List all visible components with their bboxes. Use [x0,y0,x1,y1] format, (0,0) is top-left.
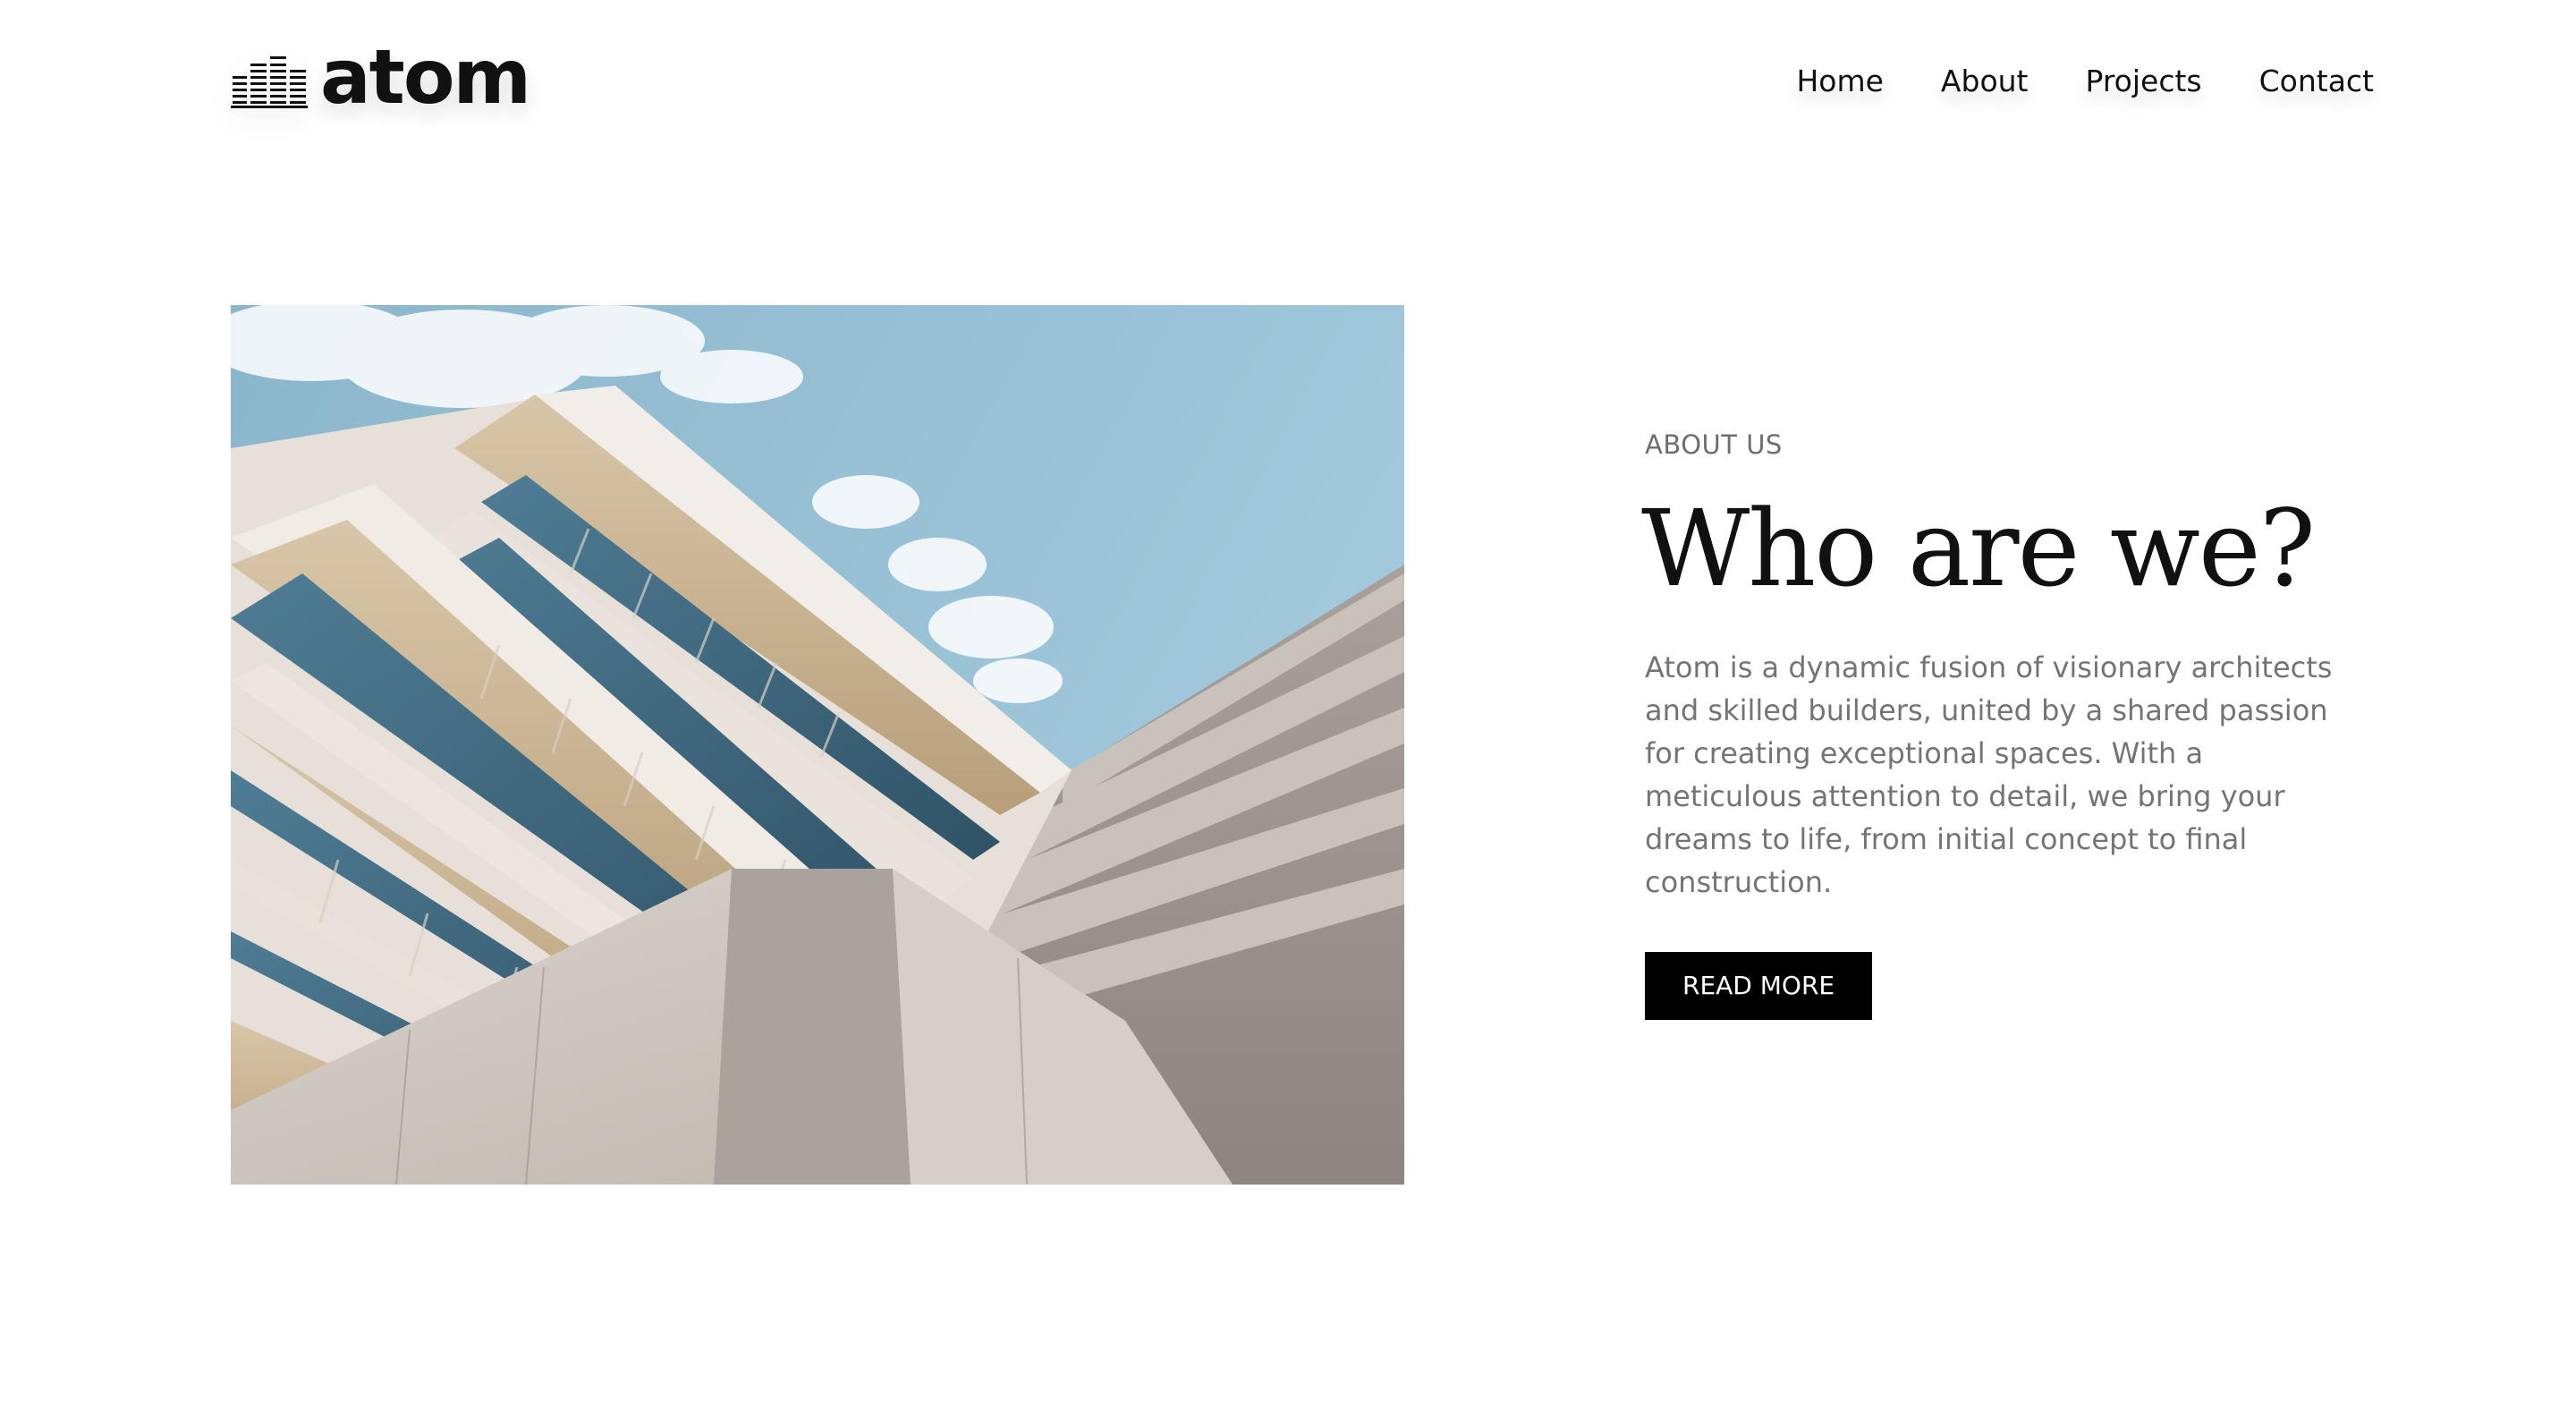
nav-home[interactable]: Home [1796,64,1883,98]
building-illustration [231,305,1404,1185]
about-section: ABOUT US Who are we? Atom is a dynamic f… [1641,429,2378,1020]
logo-link[interactable]: atom [231,33,531,125]
main-nav: Home About Projects Contact [1796,36,2374,125]
section-eyebrow: ABOUT US [1645,429,1783,460]
building-photo [231,305,1404,1185]
nav-about[interactable]: About [1941,64,2029,98]
nav-projects[interactable]: Projects [2086,64,2202,98]
read-more-button[interactable]: READ MORE [1645,951,1873,1020]
site-header: atom Home About Projects Contact [231,36,2374,125]
section-body: Atom is a dynamic fusion of visionary ar… [1645,650,2333,899]
logo-text: atom [320,33,531,121]
section-title: Who are we? [1641,487,2316,610]
nav-contact[interactable]: Contact [2259,64,2374,98]
buildings-icon [231,56,308,108]
